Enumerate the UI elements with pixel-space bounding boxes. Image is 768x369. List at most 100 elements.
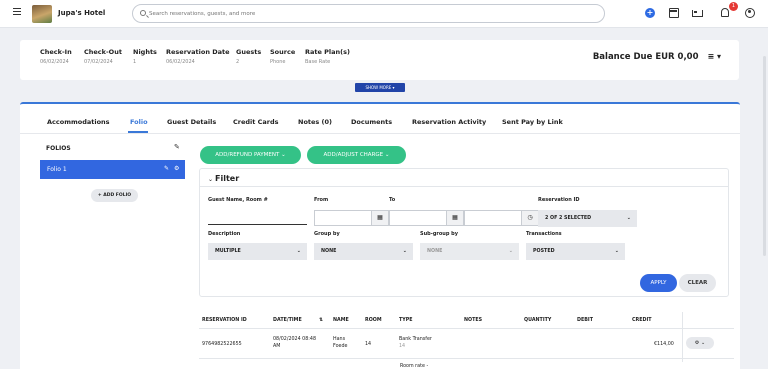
to-date-input[interactable]: ▦	[389, 210, 464, 226]
col-reservation-id[interactable]: RESERVATION ID	[202, 318, 247, 323]
summary-label: Guests	[236, 48, 262, 56]
table-row-partial[interactable]: Room rate -	[400, 364, 428, 369]
bed-icon[interactable]	[692, 10, 703, 17]
add-folio-label: ADD FOLIO	[103, 193, 132, 198]
cell-credit: €114,00	[654, 342, 674, 347]
col-quantity[interactable]: QUANTITY	[524, 318, 551, 323]
col-room[interactable]: ROOM	[365, 318, 382, 323]
transactions-value: POSTED	[533, 249, 555, 254]
chevron-down-icon: ⌄	[508, 248, 513, 254]
col-notes[interactable]: NOTES	[464, 318, 482, 323]
edit-icon[interactable]: ✎	[174, 143, 180, 151]
tab-credit-cards[interactable]: Credit Cards	[233, 118, 279, 126]
from-date-input[interactable]: ▦	[314, 210, 389, 226]
search-input[interactable]	[149, 8, 589, 20]
row-actions-button[interactable]: ⚙ ⌄	[686, 337, 714, 349]
transactions-select[interactable]: POSTED ⌄	[526, 243, 625, 260]
add-refund-payment-button[interactable]: ADD/REFUND PAYMENT ⌄	[200, 146, 301, 164]
col-name[interactable]: NAME	[333, 318, 349, 323]
hotel-name: Jupa's Hotel	[58, 9, 106, 17]
user-icon[interactable]	[745, 8, 755, 18]
show-more-button[interactable]: SHOW MORE ▾	[355, 83, 405, 92]
cell-type-main: Bank Transfer	[399, 337, 432, 342]
transactions-label: Transactions	[526, 231, 562, 237]
reservation-id-select[interactable]: 2 OF 2 SELECTED ⌄	[538, 210, 637, 227]
description-label: Description	[208, 231, 241, 237]
cell-last-name: Foede	[333, 344, 348, 349]
summary-value: 06/02/2024	[40, 59, 69, 65]
reservation-id-label: Reservation ID	[538, 197, 580, 203]
chevron-down-icon: ⌄	[626, 215, 631, 221]
description-select[interactable]: MULTIPLE ⌄	[208, 243, 307, 260]
calendar-icon[interactable]	[669, 8, 679, 18]
calendar-icon[interactable]: ▦	[446, 211, 463, 225]
tab-folio[interactable]: Folio	[130, 118, 148, 126]
add-adjust-label: ADD/ADJUST CHARGE	[323, 152, 384, 158]
plus-icon: +	[97, 193, 102, 198]
chevron-down-icon: ⌄	[614, 248, 619, 254]
cell-first-name: Hans	[333, 337, 346, 342]
cell-name: Hans Foede	[333, 336, 347, 350]
summary-checkin: Check-In 06/02/2024	[40, 48, 72, 65]
tab-notes[interactable]: Notes (0)	[298, 118, 332, 126]
summary-value: 2	[236, 59, 240, 65]
group-by-select[interactable]: NONE ⌄	[314, 243, 413, 260]
add-folio-button[interactable]: + ADD FOLIO	[91, 189, 138, 202]
add-refund-label: ADD/REFUND PAYMENT	[215, 152, 280, 158]
summary-nights: Nights 1	[133, 48, 157, 65]
cell-type-sub: 14	[399, 344, 406, 349]
chevron-down-icon: ⌄	[296, 248, 301, 254]
edit-folio-icon[interactable]: ✎	[164, 165, 169, 172]
summary-label: Nights	[133, 48, 157, 56]
col-type[interactable]: TYPE	[399, 318, 413, 323]
sort-icon[interactable]: ⇅	[319, 318, 323, 323]
cell-type: Bank Transfer 14	[399, 336, 432, 350]
chevron-down-icon: ⌄	[384, 152, 390, 158]
clock-icon[interactable]: ◷	[521, 211, 538, 225]
top-bar: Jupa's Hotel + 1	[0, 0, 768, 28]
tab-guest-details[interactable]: Guest Details	[167, 118, 216, 126]
cell-reservation-id: 9764982522655	[202, 342, 242, 347]
col-debit[interactable]: DEBIT	[577, 318, 593, 323]
balance-due: Balance Due EUR 0,00 ≡ ▾	[593, 52, 721, 62]
bell-icon[interactable]	[721, 8, 729, 17]
tab-reservation-activity[interactable]: Reservation Activity	[412, 118, 486, 126]
apply-button[interactable]: APPLY	[640, 274, 677, 292]
subgroup-value: NONE	[427, 249, 443, 254]
table-row[interactable]: 9764982522655 08/02/2024 08:48 AM Hans F…	[199, 329, 734, 359]
gear-icon[interactable]: ⚙	[174, 165, 179, 172]
folio-item[interactable]: Folio 1 ✎ ⚙	[40, 160, 185, 179]
guest-name-label: Guest Name, Room #	[208, 197, 268, 203]
tab-sent-pay-by-link[interactable]: Sent Pay by Link	[502, 118, 563, 126]
scrollbar-thumb[interactable]	[763, 56, 766, 256]
cell-time: AM	[273, 344, 281, 349]
filter-toggle[interactable]: ⌄ Filter	[208, 174, 239, 183]
summary-label: Check-Out	[84, 48, 122, 56]
chevron-down-icon: ⌄	[402, 248, 407, 254]
calendar-icon[interactable]: ▦	[371, 211, 388, 225]
summary-guests: Guests 2	[236, 48, 261, 65]
group-by-value: NONE	[321, 249, 337, 254]
summary-value: Phone	[270, 59, 286, 65]
tab-accommodations[interactable]: Accommodations	[47, 118, 110, 126]
clear-button[interactable]: CLEAR	[679, 274, 716, 292]
plus-icon[interactable]: +	[645, 8, 655, 18]
from-label: From	[314, 197, 329, 203]
summary-label: Rate Plan(s)	[305, 48, 350, 56]
divider	[200, 186, 728, 187]
search-bar[interactable]	[132, 4, 605, 23]
col-credit[interactable]: CREDIT	[632, 318, 652, 323]
to-time-input[interactable]: ◷	[464, 210, 539, 226]
notification-badge: 1	[729, 2, 738, 11]
scrollbar[interactable]	[762, 28, 768, 369]
guest-name-input[interactable]	[208, 224, 307, 225]
description-value: MULTIPLE	[215, 249, 241, 254]
summary-label: Check-In	[40, 48, 72, 56]
add-adjust-charge-button[interactable]: ADD/ADJUST CHARGE ⌄	[307, 146, 406, 164]
col-datetime[interactable]: DATE/TIME	[273, 318, 302, 323]
menu-icon[interactable]	[13, 8, 21, 15]
summary-checkout: Check-Out 07/02/2024	[84, 48, 122, 65]
balance-menu-icon[interactable]: ≡ ▾	[707, 52, 721, 61]
tab-documents[interactable]: Documents	[351, 118, 392, 126]
summary-value: 1	[133, 59, 137, 65]
